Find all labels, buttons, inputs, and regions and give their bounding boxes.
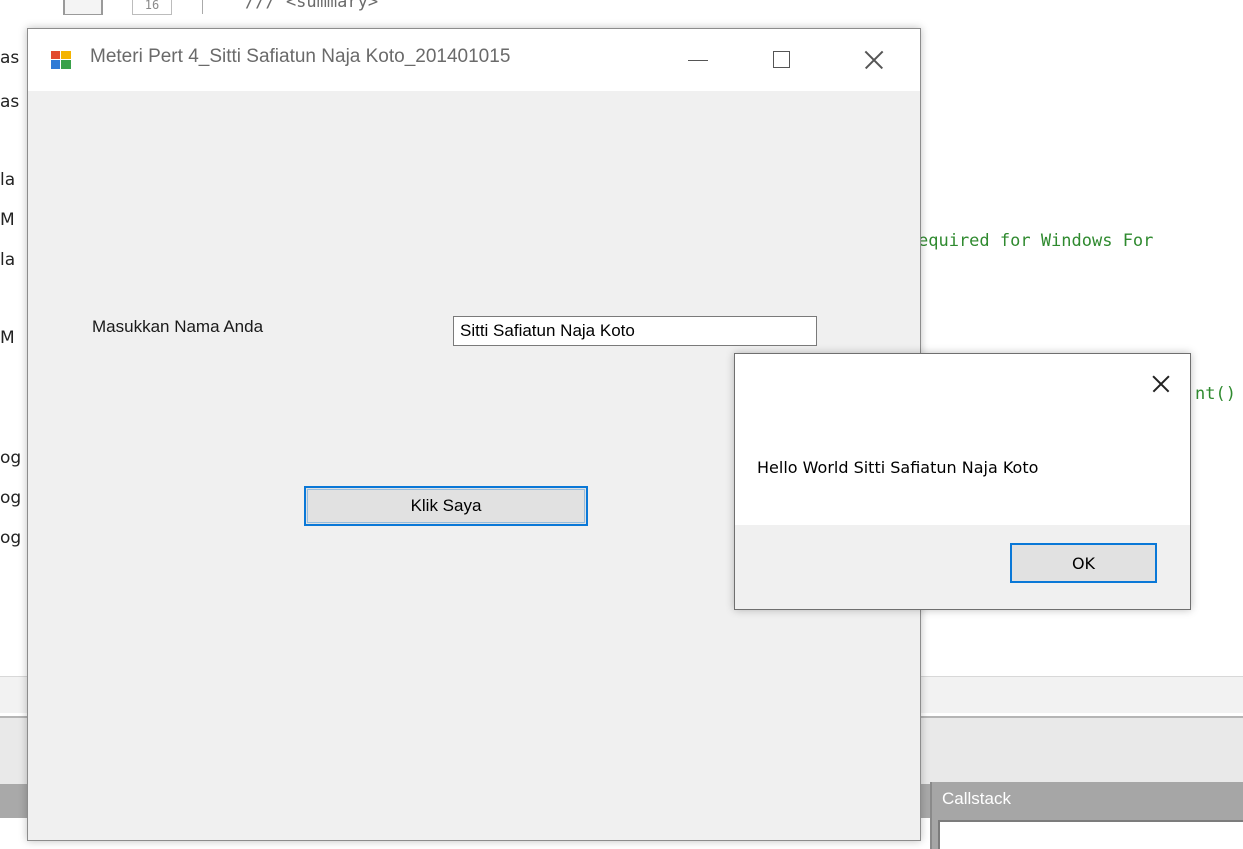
form-app-icon	[51, 51, 71, 69]
ide-code-line: /// <summary>	[245, 0, 379, 12]
ide-gutter-box	[63, 0, 103, 15]
name-label: Masukkan Nama Anda	[92, 317, 264, 336]
ide-divider	[202, 0, 203, 14]
message-box-dialog: Hello World Sitti Safiatun Naja Koto OK	[734, 353, 1191, 610]
callstack-title: Callstack	[942, 789, 1011, 808]
close-button[interactable]	[844, 29, 904, 91]
ide-code-fragment: la	[0, 250, 16, 270]
ide-code-fragment: og	[0, 528, 22, 548]
ide-code-fragment: og	[0, 488, 22, 508]
ide-code-fragment: M	[0, 328, 15, 348]
ide-code-comment: equired for Windows For	[918, 231, 1154, 251]
ide-code-fragment: as	[0, 92, 20, 112]
ide-code-fragment: og	[0, 448, 22, 468]
callstack-content	[938, 820, 1243, 849]
minimize-button[interactable]	[668, 29, 728, 91]
ide-code-fragment: la	[0, 170, 16, 190]
callstack-panel[interactable]: Callstack	[930, 782, 1243, 849]
window-title: Meteri Pert 4_Sitti Safiatun Naja Koto_2…	[90, 46, 511, 67]
dialog-button-area: OK	[735, 525, 1190, 609]
ok-button[interactable]: OK	[1010, 543, 1157, 583]
ide-code-fragment: as	[0, 48, 20, 68]
maximize-button[interactable]	[751, 29, 811, 91]
dialog-close-button[interactable]	[1147, 370, 1175, 398]
name-input[interactable]	[453, 316, 817, 346]
title-bar[interactable]: Meteri Pert 4_Sitti Safiatun Naja Koto_2…	[28, 29, 920, 91]
ide-code-line: nt()	[1195, 384, 1236, 404]
ide-line-number: 16	[132, 0, 172, 15]
ide-code-fragment: M	[0, 210, 15, 230]
klik-saya-button[interactable]: Klik Saya	[304, 486, 588, 526]
message-text: Hello World Sitti Safiatun Naja Koto	[757, 458, 1039, 477]
